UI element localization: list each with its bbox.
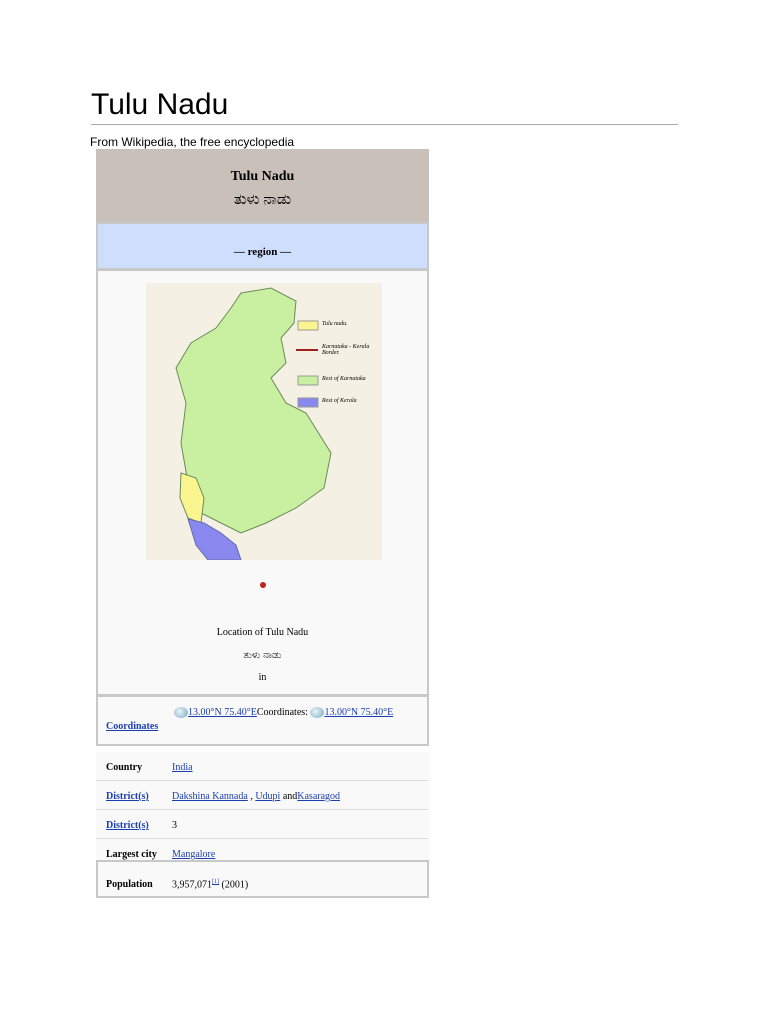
map-legend-kerala: Rest of Kerala [322, 398, 357, 404]
map-cell: Tulu nadu. Karnataka - Kerala Border. Re… [96, 269, 429, 696]
row-country: Country India [96, 752, 429, 781]
coordinates-link-2[interactable]: 13.00°N 75.40°E [324, 707, 393, 718]
row-population: Population 3,957,071[1] (2001) [96, 860, 429, 898]
district-link-dakshina-kannada[interactable]: Dakshina Kannada [172, 791, 248, 802]
globe-icon [174, 707, 188, 718]
row-districts: District(s) Dakshina Kannada , Udupi and… [96, 781, 429, 810]
district-link-kasaragod[interactable]: Kasaragod [297, 791, 340, 802]
map-legend-karnataka: Rest of Karnataka [322, 376, 366, 382]
row-district-count: District(s) 3 [96, 810, 429, 839]
reference-link[interactable]: [1] [212, 879, 219, 885]
row-label: Largest city [106, 849, 157, 860]
region-map[interactable]: Tulu nadu. Karnataka - Kerala Border. Re… [146, 283, 382, 561]
globe-icon [310, 707, 325, 718]
location-in: in [258, 672, 267, 683]
map-legend-border: Karnataka - Kerala Border. [322, 344, 370, 356]
infobox-native-name: ತುಳು ನಾಡು [233, 192, 292, 208]
location-native: ತುಳು ನಾಡು [243, 650, 282, 661]
infobox-header: Tulu Nadu ತುಳು ನಾಡು [96, 149, 429, 223]
districts-label-link[interactable]: District(s) [106, 791, 149, 802]
population-year: (2001) [221, 879, 249, 891]
coordinates-link-1[interactable]: 13.00°N 75.40°E [188, 707, 257, 718]
page-subtitle: From Wikipedia, the free encyclopedia [90, 135, 295, 149]
location-marker-icon [260, 582, 266, 588]
largest-city-link[interactable]: Mangalore [172, 849, 215, 860]
population-value: 3,957,071 [172, 879, 212, 891]
infobox-type: — region — [96, 222, 429, 270]
row-label: Country [106, 762, 143, 773]
row-label: Population [106, 879, 153, 890]
district-link-udupi[interactable]: Udupi [255, 791, 280, 802]
map-legend-tulu: Tulu nadu. [322, 321, 348, 327]
title-divider [91, 124, 678, 125]
separator: and [280, 791, 298, 802]
coordinates-mid: Coordinates: [256, 707, 308, 718]
infobox-name: Tulu Nadu [230, 169, 295, 184]
country-link[interactable]: India [172, 762, 193, 773]
location-caption: Location of Tulu Nadu [216, 627, 309, 638]
coordinates-row: Coordinates 13.00°N 75.40°ECoordinates: … [96, 695, 429, 746]
coordinates-label-link[interactable]: Coordinates [106, 721, 158, 732]
districts-label-link[interactable]: District(s) [106, 820, 149, 831]
district-count: 3 [172, 820, 177, 831]
page-title: Tulu Nadu [91, 88, 229, 121]
